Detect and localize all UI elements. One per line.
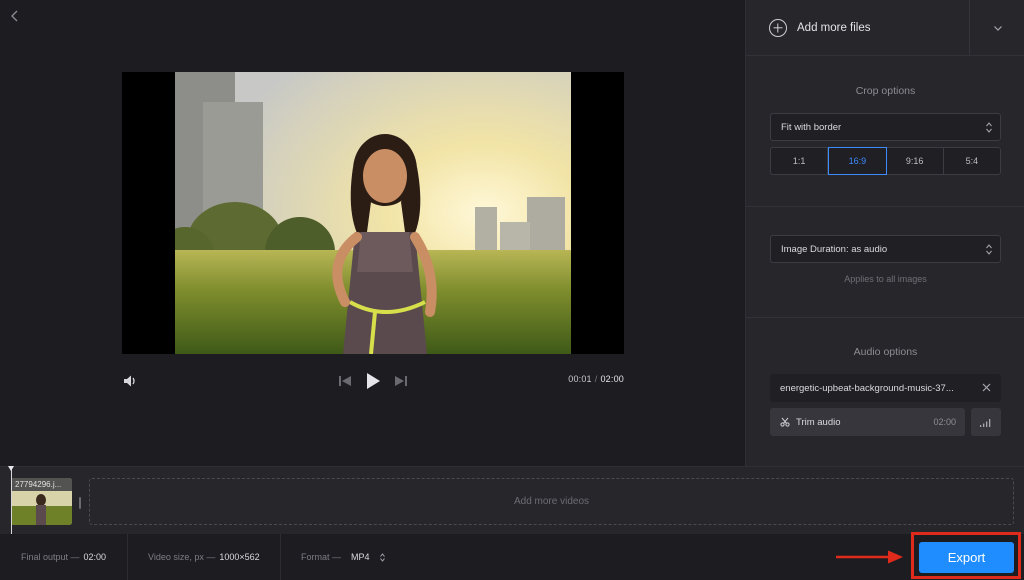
video-maker-app: 00:01/02:00 Add more files Crop options … xyxy=(0,0,1024,580)
video-size-info: Video size, px — 1000×562 xyxy=(148,534,260,580)
add-more-files-button[interactable]: Add more files xyxy=(746,0,969,56)
footer-divider xyxy=(280,534,281,580)
time-display: 00:01/02:00 xyxy=(568,374,624,384)
final-output-label: Final output — xyxy=(21,552,80,562)
audio-volume-button[interactable] xyxy=(971,408,1001,436)
format-select[interactable]: MP4 xyxy=(351,552,385,562)
time-separator: / xyxy=(594,374,598,384)
audio-file-name: energetic-upbeat-background-music-37... xyxy=(780,382,954,394)
clip-name: 27794296.j... xyxy=(11,478,72,491)
image-duration-select[interactable]: Image Duration: as audio xyxy=(770,235,1001,263)
final-output-value: 02:00 xyxy=(83,552,107,562)
ratio-16-9-button[interactable]: 16:9 xyxy=(828,147,887,175)
aspect-ratio-group: 1:1 16:9 9:16 5:4 xyxy=(770,147,1001,175)
crop-mode-select[interactable]: Fit with border xyxy=(770,113,1001,141)
final-output-info: Final output — 02:00 xyxy=(21,534,106,580)
settings-panel: Add more files Crop options Fit with bor… xyxy=(745,0,1024,466)
up-down-arrows-icon xyxy=(986,122,992,133)
skip-forward-icon[interactable] xyxy=(394,374,408,388)
skip-back-icon[interactable] xyxy=(338,374,352,388)
audio-file-item: energetic-upbeat-background-music-37... xyxy=(770,374,1001,402)
add-files-dropdown[interactable] xyxy=(969,0,1024,56)
format-label: Format — xyxy=(301,552,342,562)
close-icon[interactable] xyxy=(981,382,992,393)
add-more-videos-label: Add more videos xyxy=(513,496,590,507)
duration-note: Applies to all images xyxy=(844,274,927,284)
volume-icon[interactable] xyxy=(122,373,138,389)
section-divider xyxy=(746,206,1024,207)
video-preview xyxy=(122,72,624,354)
highlight-arrow-icon xyxy=(836,550,903,564)
preview-image xyxy=(175,72,571,354)
export-button[interactable]: Export xyxy=(919,542,1014,573)
up-down-arrows-icon xyxy=(986,244,992,255)
footer-divider xyxy=(127,534,128,580)
timeline-playhead[interactable] xyxy=(8,466,14,535)
up-down-arrows-icon xyxy=(379,552,385,562)
format-value: MP4 xyxy=(351,552,370,562)
crop-mode-value: Fit with border xyxy=(781,121,842,133)
back-arrow-icon[interactable] xyxy=(8,6,26,26)
ratio-9-16-button[interactable]: 9:16 xyxy=(887,148,944,174)
add-more-files-label: Add more files xyxy=(797,22,871,34)
video-size-label: Video size, px — xyxy=(148,552,216,562)
current-time: 00:01 xyxy=(568,374,592,384)
section-divider xyxy=(746,317,1024,318)
add-files-bar: Add more files xyxy=(746,0,1024,56)
volume-bars-icon xyxy=(980,418,991,427)
trim-audio-label: Trim audio xyxy=(796,416,841,428)
add-more-videos-dropzone[interactable]: Add more videos xyxy=(89,478,1014,525)
total-time: 02:00 xyxy=(600,374,624,384)
ratio-5-4-button[interactable]: 5:4 xyxy=(944,148,1000,174)
timeline: 27794296.j... Add more videos xyxy=(0,466,1024,535)
trim-audio-button[interactable]: Trim audio 02:00 xyxy=(770,408,965,436)
image-duration-value: Image Duration: as audio xyxy=(781,243,888,255)
scissors-icon xyxy=(780,417,790,427)
trim-audio-duration: 02:00 xyxy=(933,417,956,427)
chevron-down-icon xyxy=(993,26,1002,31)
play-icon[interactable] xyxy=(365,372,381,390)
add-circle-icon xyxy=(769,19,787,37)
player-controls: 00:01/02:00 xyxy=(122,370,624,392)
audio-options-title: Audio options xyxy=(853,346,918,358)
format-info: Format — MP4 xyxy=(301,534,385,580)
ratio-1-1-button[interactable]: 1:1 xyxy=(771,148,829,174)
clip-resize-handle[interactable] xyxy=(79,497,81,509)
crop-options-title: Crop options xyxy=(855,85,916,97)
timeline-clip[interactable]: 27794296.j... xyxy=(11,478,72,525)
video-size-value: 1000×562 xyxy=(219,552,260,562)
